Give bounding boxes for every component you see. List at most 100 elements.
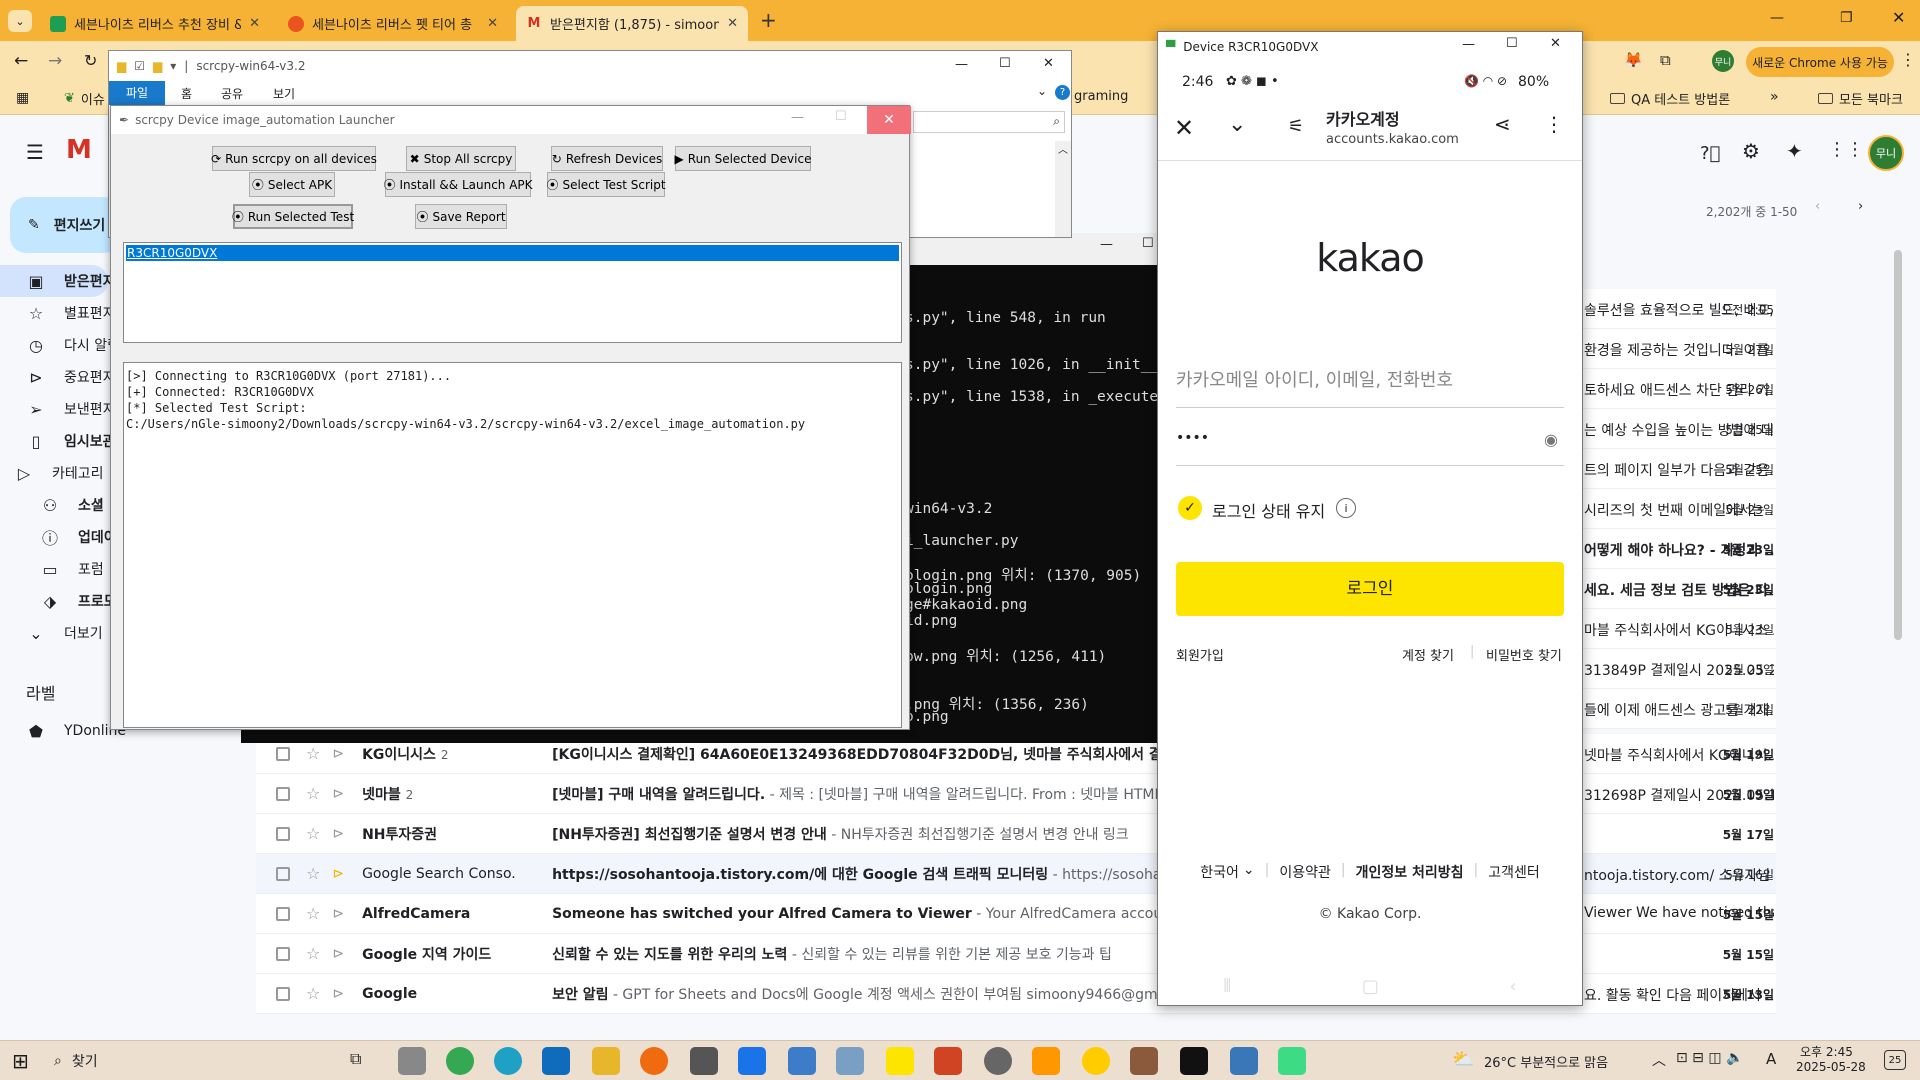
star-icon[interactable]: ☆ bbox=[306, 784, 320, 803]
important-marker-icon[interactable]: ⊳ bbox=[332, 986, 344, 1002]
reload-icon[interactable]: ↻ bbox=[84, 51, 97, 70]
install-launch-button[interactable]: ⦿ Install && Launch APK bbox=[383, 172, 533, 197]
show-password-eye-icon[interactable]: ◉ bbox=[1544, 430, 1558, 449]
nav-categories[interactable]: ▷ 카테고리 bbox=[14, 457, 104, 489]
new-tab-button[interactable]: + bbox=[760, 8, 777, 32]
weather-text[interactable]: 26°C 부분적으로 맑음 bbox=[1484, 1052, 1608, 1071]
minimize-icon[interactable]: — bbox=[791, 110, 804, 125]
row-checkbox[interactable] bbox=[276, 986, 290, 1001]
ribbon-expand-icon[interactable]: ⌄ bbox=[1037, 84, 1047, 98]
close-icon[interactable]: ✕ bbox=[1550, 36, 1561, 51]
ribbon-view-tab[interactable]: 보기 bbox=[273, 85, 295, 102]
restore-icon[interactable]: ☐ bbox=[1142, 236, 1154, 251]
row-checkbox[interactable] bbox=[276, 826, 290, 841]
puzzle-icon[interactable]: ⧉ bbox=[1660, 51, 1671, 69]
maximize-icon[interactable]: ☐ bbox=[1506, 36, 1518, 51]
nav-snoozed[interactable]: ◷ 다시 알림 bbox=[26, 329, 120, 361]
character-icon[interactable] bbox=[1082, 1047, 1110, 1075]
more-icon[interactable]: ⋮ bbox=[1544, 112, 1564, 136]
bookmark-qa[interactable]: QA 테스트 방법론 bbox=[1610, 89, 1730, 108]
close-icon[interactable]: ✕ bbox=[487, 16, 498, 31]
sublime-icon[interactable] bbox=[1032, 1047, 1060, 1075]
close-window-icon[interactable]: ✕ bbox=[1892, 8, 1905, 27]
important-marker-icon[interactable]: ⊳ bbox=[332, 786, 344, 802]
id-input[interactable]: 카카오메일 아이디, 이메일, 전화번호 bbox=[1176, 366, 1564, 408]
keep-login-checkbox[interactable]: ✓ bbox=[1178, 496, 1202, 520]
account-avatar[interactable]: 무니 bbox=[1868, 135, 1904, 171]
password-input[interactable]: •••• bbox=[1176, 424, 1564, 466]
dropdown-icon[interactable]: ▾ bbox=[170, 59, 176, 73]
select-apk-button[interactable]: ⦿ Select APK bbox=[249, 172, 335, 197]
minimize-icon[interactable]: — bbox=[955, 57, 968, 72]
row-checkbox[interactable] bbox=[276, 866, 290, 881]
close-button[interactable]: ✕ bbox=[867, 106, 911, 134]
phone-screen[interactable]: 2:46 ✿ ❁ ◼ • 🔇 ◠ ⊘ 80% ✕ ⌄ ⚟ 카카오계정 accou… bbox=[1158, 62, 1582, 1005]
refresh-devices-button[interactable]: ↻ Refresh Devices bbox=[551, 146, 663, 171]
task-view-icon[interactable]: ⧉ bbox=[350, 1049, 361, 1069]
row-checkbox[interactable] bbox=[276, 946, 290, 961]
stop-all-button[interactable]: ✖ Stop All scrcpy bbox=[406, 146, 516, 171]
important-marker-icon[interactable]: ⊳ bbox=[332, 866, 344, 882]
bookmark-gaming[interactable]: graming bbox=[1074, 89, 1128, 104]
extension-icon[interactable]: 🦊 bbox=[1624, 51, 1643, 69]
ribbon-share-tab[interactable]: 공유 bbox=[221, 85, 243, 102]
login-button[interactable]: 로그인 bbox=[1176, 562, 1564, 616]
terminal-icon[interactable] bbox=[1180, 1047, 1208, 1075]
star-icon[interactable]: ☆ bbox=[306, 824, 320, 843]
terms-link[interactable]: 이용약관 bbox=[1279, 862, 1331, 882]
scrcpy-device-window[interactable]: ▀ Device R3CR10G0DVX — ☐ ✕ 2:46 ✿ ❁ ◼ • 🔇… bbox=[1157, 31, 1583, 1006]
minimize-icon[interactable]: — bbox=[1100, 237, 1113, 252]
privacy-link[interactable]: 개인정보 처리방침 bbox=[1356, 862, 1464, 882]
close-icon[interactable]: ✕ bbox=[249, 16, 260, 31]
star-icon[interactable]: ☆ bbox=[306, 744, 320, 763]
prev-page-icon[interactable]: ‹ bbox=[1815, 199, 1820, 214]
important-marker-icon[interactable]: ⊳ bbox=[332, 746, 344, 762]
tab-search-icon[interactable]: ⌄ bbox=[8, 10, 32, 32]
row-checkbox[interactable] bbox=[276, 786, 290, 801]
nav-social[interactable]: ⚇ 소셜 bbox=[40, 489, 104, 521]
gemini-icon[interactable]: ✦ bbox=[1786, 139, 1803, 163]
close-icon[interactable]: ✕ bbox=[727, 16, 738, 31]
minimize-icon[interactable]: — bbox=[1770, 10, 1784, 26]
support-link[interactable]: 고객센터 bbox=[1488, 862, 1540, 882]
nav-forums[interactable]: ▭ 포럼 bbox=[40, 553, 103, 585]
back-icon[interactable]: ← bbox=[14, 51, 28, 71]
home-icon[interactable]: ▢ bbox=[1362, 976, 1379, 1005]
share-icon[interactable]: ⋖ bbox=[1494, 112, 1511, 136]
launcher-window[interactable]: ✒ scrcpy Device image_automation Launcher… bbox=[110, 105, 911, 730]
help-icon[interactable]: ? bbox=[1055, 85, 1070, 100]
search-app-icon[interactable] bbox=[640, 1047, 668, 1075]
important-marker-icon[interactable]: ⊳ bbox=[332, 906, 344, 922]
kakaotalk-icon[interactable] bbox=[886, 1047, 914, 1075]
run-selected-device-button[interactable]: ▶ Run Selected Device bbox=[675, 146, 811, 171]
keep-login-label[interactable]: 로그인 상태 유지 bbox=[1212, 498, 1325, 522]
run-all-button[interactable]: ⟳ Run scrcpy on all devices bbox=[211, 146, 377, 171]
more-icon[interactable]: ⋮ bbox=[1900, 50, 1916, 69]
tab-sevenknights-pet[interactable]: 세븐나이츠 리버스 펫 티어 총 ✕ bbox=[278, 6, 508, 41]
device-list-item[interactable]: R3CR10G0DVX bbox=[126, 245, 899, 261]
chevron-down-icon[interactable]: ⌄ bbox=[1228, 112, 1246, 137]
python-icon[interactable] bbox=[1230, 1047, 1258, 1075]
next-page-icon[interactable]: › bbox=[1858, 199, 1863, 214]
notes-icon[interactable] bbox=[836, 1047, 864, 1075]
outlook-icon[interactable] bbox=[542, 1047, 570, 1075]
tab-sevenknights-gear[interactable]: 세븐나이츠 리버스 추천 장비 & ✕ bbox=[40, 6, 270, 41]
close-icon[interactable]: ✕ bbox=[1043, 56, 1054, 71]
important-marker-icon[interactable]: ⊳ bbox=[332, 826, 344, 842]
taskbar-search[interactable]: ⌕ 찾기 bbox=[54, 1047, 344, 1075]
close-icon[interactable]: ✕ bbox=[1174, 114, 1194, 142]
row-checkbox[interactable] bbox=[276, 746, 290, 761]
signup-link[interactable]: 회원가입 bbox=[1176, 645, 1224, 664]
clock-date[interactable]: 2025-05-28 bbox=[1796, 1060, 1866, 1074]
ime-indicator[interactable]: A bbox=[1766, 1050, 1776, 1068]
important-marker-icon[interactable]: ⊳ bbox=[332, 946, 344, 962]
bookmark-issue[interactable]: ❦ 이슈 bbox=[64, 89, 105, 108]
explorer-search[interactable]: ⌕ bbox=[913, 111, 1065, 133]
log-output[interactable]: [>] Connecting to R3CR10G0DVX (port 2718… bbox=[123, 362, 902, 728]
explorer-scrollbar[interactable]: ︿ bbox=[1055, 141, 1071, 237]
star-icon[interactable]: ☆ bbox=[306, 864, 320, 883]
select-test-script-button[interactable]: ⦿ Select Test Script bbox=[546, 172, 666, 197]
google-apps-icon[interactable]: ⋮⋮ bbox=[1828, 139, 1864, 160]
compose-button[interactable]: ✎ 편지쓰기 bbox=[10, 197, 120, 253]
recent-apps-icon[interactable]: ⦀ bbox=[1223, 976, 1231, 1005]
